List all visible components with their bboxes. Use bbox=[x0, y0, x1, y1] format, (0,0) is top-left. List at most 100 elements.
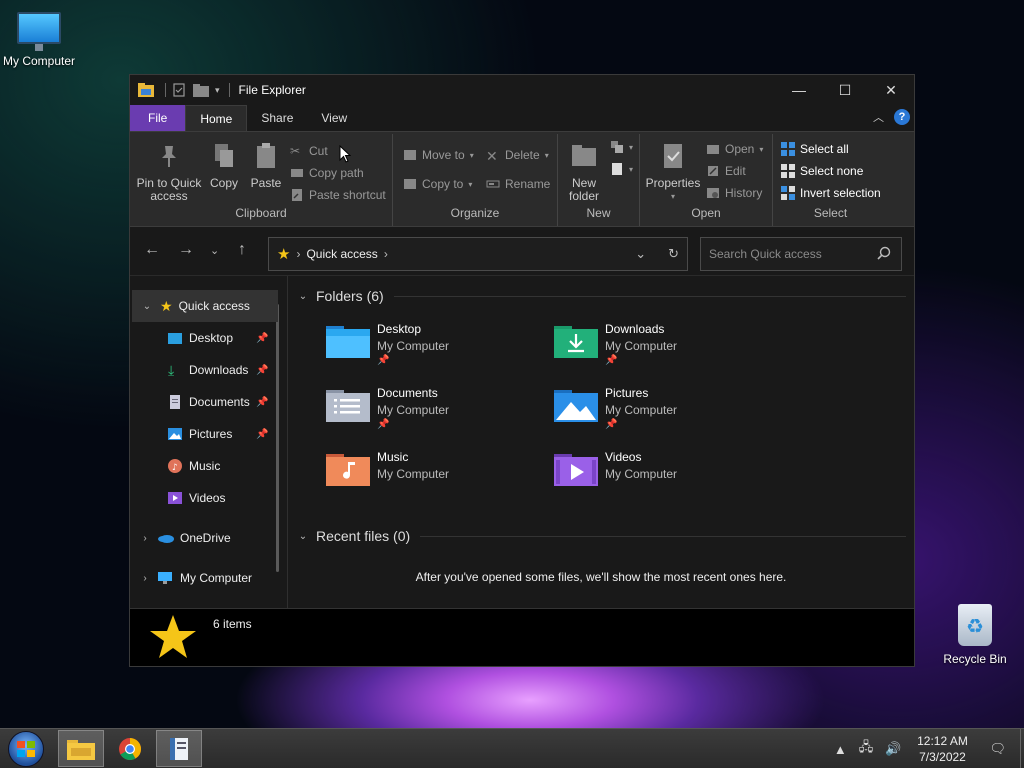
sidebar-item-quick-access[interactable]: ⌄ ★ Quick access bbox=[132, 290, 278, 322]
address-bar[interactable]: ★ › Quick access › ⌄ ↻ bbox=[268, 237, 688, 271]
maximize-button[interactable]: ☐ bbox=[822, 75, 868, 105]
chevron-right-icon[interactable]: › bbox=[138, 573, 152, 584]
select-none-icon bbox=[781, 164, 795, 178]
sidebar-item-desktop[interactable]: Desktop 📌 bbox=[130, 322, 287, 354]
taskbar-file-explorer[interactable] bbox=[58, 730, 104, 767]
chevron-down-icon[interactable]: ⌄ bbox=[296, 291, 310, 302]
tab-home[interactable]: Home bbox=[185, 105, 248, 131]
paste-shortcut-button[interactable]: Paste shortcut bbox=[290, 188, 386, 202]
main-pane: ⌄ Folders (6) Desktop My Computer 📌 Down… bbox=[288, 276, 914, 609]
videos-folder-icon bbox=[554, 454, 598, 486]
customize-toolbar-icon[interactable]: ▾ bbox=[215, 85, 220, 96]
sidebar-item-videos[interactable]: Videos bbox=[130, 482, 287, 514]
properties-quick-icon[interactable] bbox=[171, 83, 187, 97]
new-folder-icon bbox=[572, 145, 596, 166]
tab-file[interactable]: File bbox=[130, 105, 186, 131]
folder-tile-pictures[interactable]: Pictures My Computer 📌 bbox=[554, 386, 754, 430]
search-input[interactable]: Search Quick access bbox=[700, 237, 902, 271]
history-button[interactable]: History bbox=[706, 186, 762, 200]
taskbar-chrome[interactable] bbox=[107, 730, 153, 767]
paste-button[interactable]: Paste bbox=[248, 142, 284, 190]
show-hidden-icons-icon[interactable]: ▲ bbox=[834, 742, 847, 757]
edit-button[interactable]: Edit bbox=[706, 164, 746, 178]
address-location[interactable]: Quick access bbox=[306, 247, 377, 261]
up-arrow-icon[interactable]: ↑ bbox=[238, 241, 246, 259]
recent-files-section-header[interactable]: ⌄ Recent files (0) bbox=[296, 528, 906, 544]
sidebar-item-documents[interactable]: Documents 📌 bbox=[130, 386, 287, 418]
sidebar-item-onedrive[interactable]: › OneDrive bbox=[130, 522, 287, 554]
copy-path-button[interactable]: Copy path bbox=[290, 166, 364, 180]
sidebar-item-downloads[interactable]: ⤓ Downloads 📌 bbox=[130, 354, 287, 386]
scissors-icon: ✂ bbox=[290, 144, 301, 158]
chevron-right-icon[interactable]: › bbox=[138, 533, 152, 544]
select-all-button[interactable]: Select all bbox=[781, 142, 849, 156]
start-button[interactable] bbox=[8, 731, 44, 767]
help-button[interactable]: ? bbox=[894, 109, 910, 125]
delete-x-icon: ✕ bbox=[486, 148, 498, 164]
properties-button[interactable]: Properties ▾ bbox=[644, 142, 702, 203]
notifications-icon[interactable]: 🗨 bbox=[989, 741, 1006, 757]
cut-button[interactable]: ✂ Cut bbox=[290, 144, 328, 158]
address-dropdown-icon[interactable]: ⌄ bbox=[635, 246, 646, 262]
search-icon[interactable] bbox=[877, 246, 891, 260]
group-label: Open bbox=[691, 206, 721, 220]
breadcrumb-chevron-icon[interactable]: › bbox=[384, 247, 388, 261]
network-icon[interactable]: 🖧 bbox=[859, 738, 874, 760]
back-arrow-icon[interactable]: ← bbox=[144, 241, 160, 259]
copy-to-icon bbox=[404, 179, 416, 189]
taskbar-app-window[interactable] bbox=[156, 730, 202, 767]
folder-tile-documents[interactable]: Documents My Computer 📌 bbox=[326, 386, 526, 430]
collapse-ribbon-icon[interactable]: ︿ bbox=[873, 109, 884, 125]
rename-button[interactable]: Rename bbox=[486, 177, 550, 191]
title-bar: ▾ File Explorer — ☐ ✕ bbox=[130, 75, 914, 105]
tab-share[interactable]: Share bbox=[247, 105, 307, 131]
details-pane: 6 items bbox=[130, 608, 914, 666]
folder-tile-music[interactable]: Music My Computer bbox=[326, 450, 526, 486]
download-arrow-icon: ⤓ bbox=[168, 362, 175, 378]
folders-grid: Desktop My Computer 📌 Downloads My Compu… bbox=[296, 304, 906, 514]
folder-tile-videos[interactable]: Videos My Computer bbox=[554, 450, 754, 486]
window-title: File Explorer bbox=[238, 83, 306, 97]
open-button[interactable]: Open ▾ bbox=[706, 142, 763, 156]
delete-button[interactable]: ✕ Delete ▾ bbox=[486, 148, 549, 164]
select-none-button[interactable]: Select none bbox=[781, 164, 863, 178]
chevron-down-icon[interactable]: ⌄ bbox=[296, 531, 310, 542]
folder-tile-desktop[interactable]: Desktop My Computer 📌 bbox=[326, 322, 526, 366]
folder-tile-downloads[interactable]: Downloads My Computer 📌 bbox=[554, 322, 754, 366]
new-folder-button[interactable]: New folder bbox=[564, 142, 604, 203]
invert-selection-button[interactable]: Invert selection bbox=[781, 186, 881, 200]
invert-selection-icon bbox=[781, 186, 795, 200]
tab-view[interactable]: View bbox=[307, 105, 361, 131]
desktop-icon-my-computer[interactable]: My Computer bbox=[0, 12, 84, 68]
documents-icon bbox=[170, 395, 180, 409]
folders-section-header[interactable]: ⌄ Folders (6) bbox=[296, 288, 906, 304]
minimize-button[interactable]: — bbox=[776, 75, 822, 105]
star-icon: ★ bbox=[277, 246, 291, 263]
separator bbox=[165, 83, 166, 97]
pin-icon: 📌 bbox=[256, 364, 269, 376]
move-to-button[interactable]: Move to ▾ bbox=[403, 148, 474, 162]
recent-locations-chevron-icon[interactable]: ⌄ bbox=[210, 244, 219, 257]
sidebar-item-my-computer[interactable]: › My Computer bbox=[130, 562, 287, 594]
show-desktop-button[interactable] bbox=[1020, 729, 1024, 768]
dropdown-caret-icon: ▾ bbox=[544, 150, 549, 160]
close-button[interactable]: ✕ bbox=[868, 75, 914, 105]
sidebar-item-music[interactable]: ♪ Music bbox=[130, 450, 287, 482]
computer-icon bbox=[158, 572, 172, 584]
new-folder-quick-icon[interactable] bbox=[193, 83, 209, 97]
sidebar-item-pictures[interactable]: Pictures 📌 bbox=[130, 418, 287, 450]
application-window-icon bbox=[170, 737, 188, 760]
star-icon: ★ bbox=[160, 297, 173, 314]
chevron-down-icon[interactable]: ⌄ bbox=[140, 301, 154, 312]
easy-access-button[interactable]: ▾ bbox=[610, 162, 633, 176]
refresh-icon[interactable]: ↻ bbox=[668, 246, 679, 262]
pin-icon: 📌 bbox=[256, 428, 269, 440]
desktop-icon-recycle-bin[interactable]: Recycle Bin bbox=[930, 604, 1020, 666]
forward-arrow-icon[interactable]: → bbox=[178, 241, 194, 259]
new-item-button[interactable]: ▾ bbox=[610, 140, 633, 154]
volume-icon[interactable]: 🔊 bbox=[885, 741, 901, 757]
pin-to-quick-access-button[interactable]: Pin to Quick access bbox=[136, 142, 202, 203]
copy-button[interactable]: Copy bbox=[206, 142, 242, 190]
clock[interactable]: 12:12 AM 7/3/2022 bbox=[907, 733, 977, 765]
copy-to-button[interactable]: Copy to ▾ bbox=[403, 177, 472, 191]
